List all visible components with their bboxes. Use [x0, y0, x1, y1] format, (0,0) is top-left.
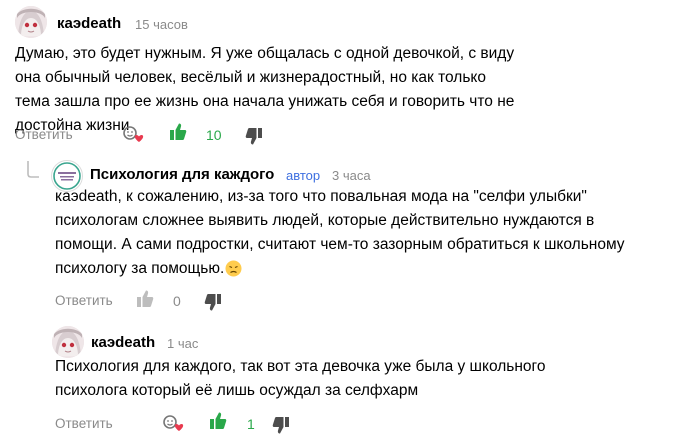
reply-arrow-icon — [26, 160, 40, 187]
comment-time: 3 часа — [332, 168, 371, 183]
comment-author[interactable]: Психология для каждого — [90, 166, 274, 183]
like-count: 10 — [206, 127, 222, 143]
reply-button[interactable]: Ответить — [55, 293, 113, 308]
dislike-icon[interactable] — [204, 292, 222, 317]
comment-text-body: каэdeath, к сожалению, из-за того что по… — [55, 188, 625, 277]
comment-text: Психология для каждого, так вот эта дево… — [55, 358, 546, 399]
comment-text: Думаю, это будет нужным. Я уже общалась … — [15, 45, 515, 134]
like-icon[interactable] — [209, 411, 227, 436]
reply-button[interactable]: Ответить — [15, 127, 73, 142]
avatar[interactable] — [52, 326, 84, 358]
sad-face-emoji — [225, 260, 242, 285]
dislike-icon[interactable] — [245, 126, 263, 151]
dislike-icon[interactable] — [272, 415, 290, 440]
avatar-image — [52, 326, 84, 358]
comment-author[interactable]: каэdeath — [91, 334, 155, 351]
comment-time: 15 часов — [135, 17, 188, 32]
like-count: 0 — [173, 293, 181, 309]
comment-time: 1 час — [167, 336, 199, 351]
reactions-icon[interactable] — [122, 125, 146, 148]
like-icon[interactable] — [136, 289, 154, 314]
comment-text: каэdeath, к сожалению, из-за того что по… — [55, 185, 625, 285]
avatar-image — [15, 6, 47, 38]
avatar[interactable] — [15, 6, 47, 38]
reactions-icon[interactable] — [162, 414, 186, 437]
like-icon[interactable] — [169, 122, 187, 147]
comment-author[interactable]: каэdeath — [57, 15, 121, 32]
reply-button[interactable]: Ответить — [55, 416, 113, 431]
like-count: 1 — [247, 416, 255, 432]
author-badge: автор — [286, 168, 321, 183]
